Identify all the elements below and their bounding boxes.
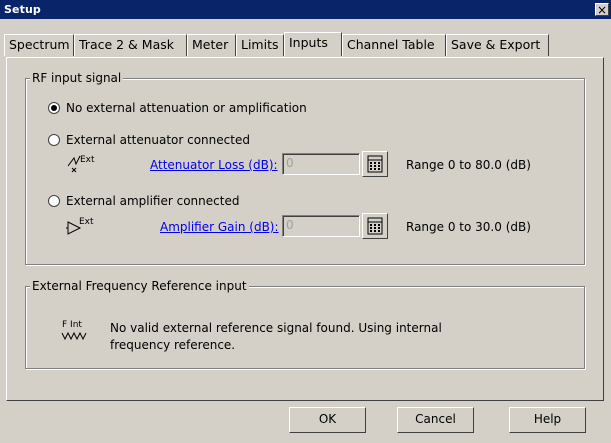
- freq-ref-group: External Frequency Reference input F Int…: [25, 279, 585, 369]
- radio-button-checked[interactable]: [48, 102, 60, 114]
- close-icon: ×: [596, 3, 608, 17]
- radio-no-external-label: No external attenuation or amplification: [66, 101, 307, 115]
- attenuator-icon-text: Ext: [80, 155, 95, 165]
- ok-button[interactable]: OK: [289, 407, 366, 433]
- freq-ref-message-line1: No valid external reference signal found…: [110, 321, 442, 335]
- amplifier-icon: Ext: [66, 217, 94, 235]
- close-button[interactable]: ×: [595, 3, 609, 16]
- inputs-panel: RF input signal No external attenuation …: [6, 57, 604, 401]
- freq-ref-group-title: External Frequency Reference input: [30, 279, 249, 293]
- radio-external-amplifier[interactable]: External amplifier connected: [48, 194, 239, 208]
- radio-button[interactable]: [48, 195, 60, 207]
- tab-limits[interactable]: Limits: [236, 34, 284, 56]
- radio-external-amplifier-label: External amplifier connected: [66, 194, 240, 208]
- amplifier-icon-text: Ext: [79, 217, 94, 227]
- amplifier-calculator-button[interactable]: [362, 213, 388, 239]
- tab-channel-table[interactable]: Channel Table: [342, 34, 446, 56]
- attenuator-loss-link[interactable]: Attenuator Loss (dB):: [150, 158, 278, 172]
- freq-ref-message: No valid external reference signal found…: [110, 320, 510, 354]
- window-title: Setup: [4, 3, 41, 16]
- rf-input-group-title: RF input signal: [30, 71, 124, 85]
- tab-save-export[interactable]: Save & Export: [446, 34, 549, 56]
- amplifier-gain-link[interactable]: Amplifier Gain (dB):: [160, 220, 279, 234]
- tab-trace-2-mask[interactable]: Trace 2 & Mask: [74, 34, 187, 56]
- cancel-button[interactable]: Cancel: [397, 407, 474, 433]
- radio-external-attenuator-label: External attenuator connected: [66, 133, 250, 147]
- attenuator-range-text: Range 0 to 80.0 (dB): [406, 158, 531, 172]
- radio-button[interactable]: [48, 134, 60, 146]
- tab-spectrum[interactable]: Spectrum: [4, 34, 74, 56]
- title-bar: Setup ×: [0, 0, 611, 19]
- help-button[interactable]: Help: [509, 407, 586, 433]
- attenuator-icon: Ext: [67, 155, 95, 173]
- freq-ref-message-line2: frequency reference.: [110, 338, 236, 352]
- rf-input-group: RF input signal No external attenuation …: [25, 71, 585, 265]
- tab-inputs[interactable]: Inputs: [284, 32, 342, 56]
- frequency-reference-icon-text: F Int: [62, 320, 82, 330]
- frequency-reference-icon: F Int: [61, 320, 87, 341]
- radio-external-attenuator[interactable]: External attenuator connected: [48, 133, 250, 147]
- attenuator-calculator-button[interactable]: [362, 151, 388, 177]
- tab-meter[interactable]: Meter: [187, 34, 236, 56]
- amplifier-gain-field[interactable]: 0: [282, 215, 360, 237]
- attenuator-loss-field[interactable]: 0: [282, 153, 360, 175]
- radio-no-external[interactable]: No external attenuation or amplification: [48, 101, 307, 115]
- calculator-icon: [367, 217, 383, 235]
- amplifier-range-text: Range 0 to 30.0 (dB): [406, 220, 531, 234]
- calculator-icon: [367, 155, 383, 173]
